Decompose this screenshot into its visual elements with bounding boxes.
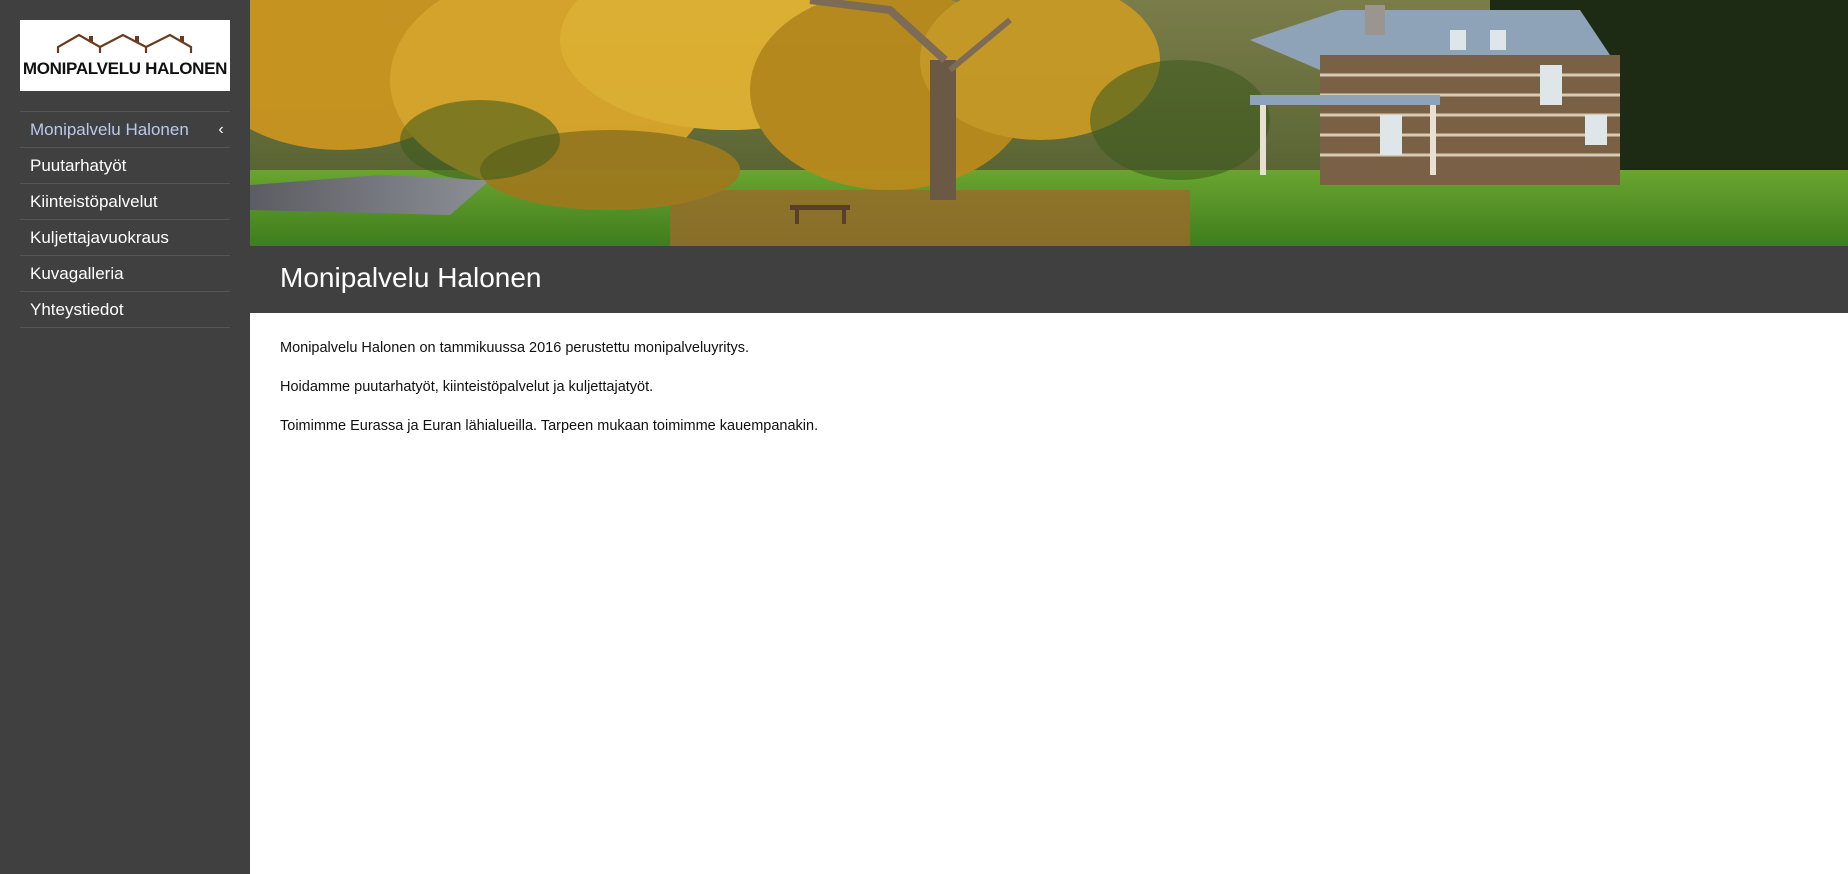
nav-item-label: Kiinteistöpalvelut bbox=[30, 192, 158, 211]
nav-item-label: Monipalvelu Halonen bbox=[30, 120, 189, 139]
sidebar: MONIPALVELU HALONEN Monipalvelu Halonen … bbox=[0, 0, 250, 874]
paragraph: Toimimme Eurassa ja Euran lähialueilla. … bbox=[280, 418, 819, 434]
roofs-logo-icon bbox=[56, 33, 193, 53]
page-title-bar: Monipalvelu Halonen bbox=[250, 246, 1848, 313]
site-logo[interactable]: MONIPALVELU HALONEN bbox=[20, 20, 230, 91]
nav-item-kuvagalleria[interactable]: Kuvagalleria bbox=[20, 256, 230, 292]
nav-item-yhteystiedot[interactable]: Yhteystiedot bbox=[20, 292, 230, 328]
nav-item-label: Puutarhatyöt bbox=[30, 156, 127, 175]
nav-item-monipalvelu-halonen[interactable]: Monipalvelu Halonen ‹ bbox=[20, 112, 230, 148]
logo-text: MONIPALVELU HALONEN bbox=[22, 59, 228, 78]
main-nav: Monipalvelu Halonen ‹ Puutarhatyöt Kiint… bbox=[20, 111, 230, 328]
nav-item-kuljettajavuokraus[interactable]: Kuljettajavuokraus bbox=[20, 220, 230, 256]
nav-item-puutarhatyot[interactable]: Puutarhatyöt bbox=[20, 148, 230, 184]
nav-item-label: Kuljettajavuokraus bbox=[30, 228, 169, 247]
paragraph: Monipalvelu Halonen on tammikuussa 2016 … bbox=[280, 340, 750, 356]
nav-item-label: Yhteystiedot bbox=[30, 300, 124, 319]
main-content: Monipalvelu Halonen on tammikuussa 2016 … bbox=[280, 340, 1780, 457]
page-title: Monipalvelu Halonen bbox=[280, 262, 542, 293]
nav-item-label: Kuvagalleria bbox=[30, 264, 124, 283]
nav-item-kiinteistopalvelut[interactable]: Kiinteistöpalvelut bbox=[20, 184, 230, 220]
hero-image bbox=[250, 0, 1848, 246]
paragraph: Hoidamme puutarhatyöt, kiinteistöpalvelu… bbox=[280, 379, 654, 395]
chevron-left-icon[interactable]: ‹ bbox=[214, 112, 228, 147]
